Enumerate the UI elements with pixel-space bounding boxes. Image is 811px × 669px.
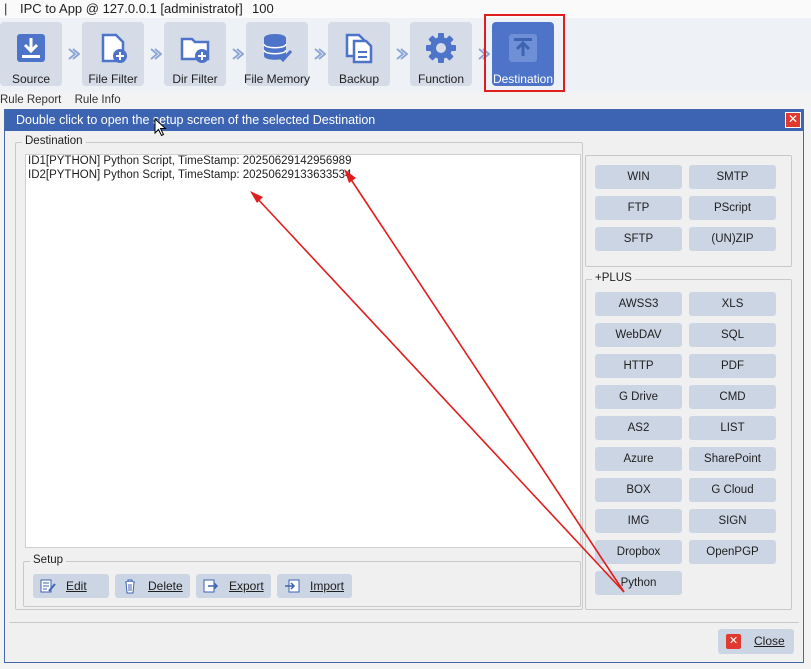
file-memory-label: File Memory [243, 72, 310, 86]
setup-legend: Setup [30, 554, 67, 566]
as2-button[interactable]: AS2 [595, 416, 682, 440]
destination-list[interactable]: ID1[PYTHON] Python Script, TimeStamp: 20… [25, 154, 581, 548]
pdf-button[interactable]: PDF [689, 354, 776, 378]
file-add-icon [101, 33, 127, 63]
import-icon [285, 579, 300, 593]
toolbar: Source File Filter Dir Filter File Memor… [0, 14, 811, 92]
source-label: Source [11, 72, 51, 86]
count-label: 100 [252, 1, 274, 16]
backup-button[interactable]: Backup [328, 22, 390, 86]
win-button[interactable]: WIN [595, 165, 682, 189]
backup-label: Backup [338, 72, 380, 86]
export-button[interactable]: Export [196, 574, 271, 598]
sign-button[interactable]: SIGN [689, 509, 776, 533]
destination-legend: Destination [22, 135, 86, 147]
sharepoint-button[interactable]: SharePoint [689, 447, 776, 471]
file-filter-label: File Filter [88, 72, 138, 86]
rule-tabs: Rule Report Rule Info [0, 94, 131, 108]
edit-button[interactable]: Edit [33, 574, 109, 598]
dir-filter-button[interactable]: Dir Filter [164, 22, 226, 86]
dir-filter-label: Dir Filter [172, 72, 218, 86]
footer-divider [9, 622, 799, 623]
dialog-title: Double click to open the setup screen of… [16, 113, 376, 127]
database-icon [263, 34, 293, 63]
webdav-button[interactable]: WebDAV [595, 323, 682, 347]
python-button[interactable]: Python [595, 571, 682, 595]
separator: | [235, 1, 239, 16]
edit-label: Edit [66, 579, 87, 593]
close-x-icon: ✕ [726, 634, 741, 649]
pscript-button[interactable]: PScript [689, 196, 776, 220]
file-memory-button[interactable]: File Memory [244, 22, 310, 86]
gear-icon [426, 33, 456, 63]
close-label: Close [754, 634, 785, 648]
sftp-button[interactable]: SFTP [595, 227, 682, 251]
dropbox-button[interactable]: Dropbox [595, 540, 682, 564]
close-button[interactable]: ✕ Close [718, 629, 794, 654]
app-title: IPC to App @ 127.0.0.1 [administrator] [20, 1, 243, 16]
file-filter-button[interactable]: File Filter [82, 22, 144, 86]
list-item[interactable]: ID1[PYTHON] Python Script, TimeStamp: 20… [26, 155, 580, 169]
ftp-button[interactable]: FTP [595, 196, 682, 220]
list-item[interactable]: ID2[PYTHON] Python Script, TimeStamp: 20… [26, 169, 580, 183]
edit-icon [40, 579, 56, 593]
azure-button[interactable]: Azure [595, 447, 682, 471]
awss3-button[interactable]: AWSS3 [595, 292, 682, 316]
plus-legend: +PLUS [592, 272, 635, 284]
gdrive-button[interactable]: G Drive [595, 385, 682, 409]
destination-dialog: Double click to open the setup screen of… [4, 109, 804, 663]
cmd-button[interactable]: CMD [689, 385, 776, 409]
gcloud-button[interactable]: G Cloud [689, 478, 776, 502]
folder-add-icon [180, 37, 210, 63]
http-button[interactable]: HTTP [595, 354, 682, 378]
unzip-button[interactable]: (UN)ZIP [689, 227, 776, 251]
chevron-right-icon [150, 48, 162, 60]
chevron-right-icon [396, 48, 408, 60]
title-bar: | IPC to App @ 127.0.0.1 [administrator]… [0, 0, 811, 18]
highlight-box [484, 14, 565, 92]
tab-rule-info[interactable]: Rule Info [75, 94, 121, 106]
dialog-header: Double click to open the setup screen of… [5, 110, 803, 131]
function-button[interactable]: Function [410, 22, 472, 86]
download-icon [17, 34, 45, 62]
copy-icon [345, 33, 373, 64]
export-icon [203, 579, 219, 593]
img-button[interactable]: IMG [595, 509, 682, 533]
chevron-right-icon [68, 48, 80, 60]
xls-button[interactable]: XLS [689, 292, 776, 316]
chevron-right-icon [314, 48, 326, 60]
delete-label: Delete [148, 579, 183, 593]
tab-rule-report[interactable]: Rule Report [0, 94, 61, 106]
list-button[interactable]: LIST [689, 416, 776, 440]
import-label: Import [310, 579, 345, 593]
trash-icon [125, 579, 135, 594]
import-button[interactable]: Import [277, 574, 352, 598]
chevron-right-icon [232, 48, 244, 60]
smtp-button[interactable]: SMTP [689, 165, 776, 189]
function-label: Function [417, 72, 465, 86]
export-label: Export [229, 579, 264, 593]
box-button[interactable]: BOX [595, 478, 682, 502]
separator: | [4, 1, 8, 16]
source-button[interactable]: Source [0, 22, 62, 86]
close-icon[interactable]: ✕ [785, 112, 801, 128]
openpgp-button[interactable]: OpenPGP [689, 540, 776, 564]
delete-button[interactable]: Delete [115, 574, 190, 598]
sql-button[interactable]: SQL [689, 323, 776, 347]
